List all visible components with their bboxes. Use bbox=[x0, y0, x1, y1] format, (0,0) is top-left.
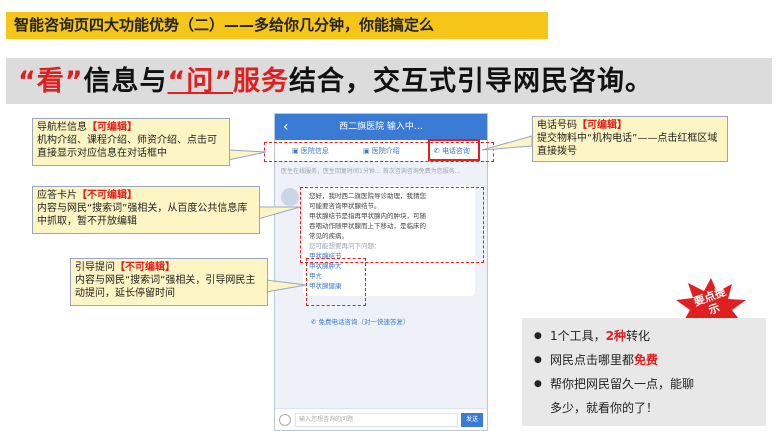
key-points-panel: 1个工具，2种转化 网民点击哪里都免费 帮你把网民留久一点，能聊 多少，就看你的… bbox=[522, 318, 766, 426]
callout-body: 内容与网民“搜索词”强相关，引导网民主动提问，延长停留时间 bbox=[75, 275, 256, 299]
point-text: 转化 bbox=[626, 329, 651, 343]
callout-title: 电话号码 bbox=[537, 120, 577, 131]
point-text: 1个工具， bbox=[550, 329, 606, 343]
callout-tag: 【不可编辑】 bbox=[77, 190, 137, 201]
callout-body: 内容与网民“搜索词”强相关，从百度公共信息库中抓取，暂不开放编辑 bbox=[37, 203, 248, 227]
callout-body: 提交物料中“机构电话”——点击红框区域直接拨号 bbox=[537, 133, 718, 157]
callout-card: 应答卡片【不可编辑】 内容与网民“搜索词”强相关，从百度公共信息库中抓取，暂不开… bbox=[32, 186, 260, 234]
point-text: 帮你把网民留久一点，能聊 bbox=[550, 377, 695, 391]
callout-tag: 【不可编辑】 bbox=[115, 262, 175, 273]
callout-title: 引导提问 bbox=[75, 262, 115, 273]
point-text: 多少，就看你的了！ bbox=[550, 401, 659, 415]
callout-nav: 导航栏信息【可编辑】 机构介绍、课程介绍、师资介绍、点击可直接显示对应信息在对话… bbox=[32, 118, 230, 166]
point-item: 1个工具，2种转化 bbox=[534, 324, 754, 348]
point-item: 帮你把网民留久一点，能聊 bbox=[534, 372, 754, 396]
callout-tag: 【可编辑】 bbox=[577, 120, 627, 131]
callout-body: 机构介绍、课程介绍、师资介绍、点击可直接显示对应信息在对话框中 bbox=[37, 135, 217, 159]
callout-title: 应答卡片 bbox=[37, 190, 77, 201]
point-text: 网民点击哪里都 bbox=[550, 353, 635, 367]
callout-title: 导航栏信息 bbox=[37, 122, 87, 133]
point-highlight: 2种 bbox=[605, 329, 626, 343]
point-highlight: 免费 bbox=[634, 353, 659, 367]
callout-tag: 【可编辑】 bbox=[87, 122, 137, 133]
point-item: 网民点击哪里都免费 bbox=[534, 348, 754, 372]
callout-phone: 电话号码【可编辑】 提交物料中“机构电话”——点击红框区域直接拨号 bbox=[532, 116, 728, 162]
point-item: 多少，就看你的了！ bbox=[534, 396, 754, 420]
callout-guide: 引导提问【不可编辑】 内容与网民“搜索词”强相关，引导网民主动提问，延长停留时间 bbox=[70, 258, 268, 306]
